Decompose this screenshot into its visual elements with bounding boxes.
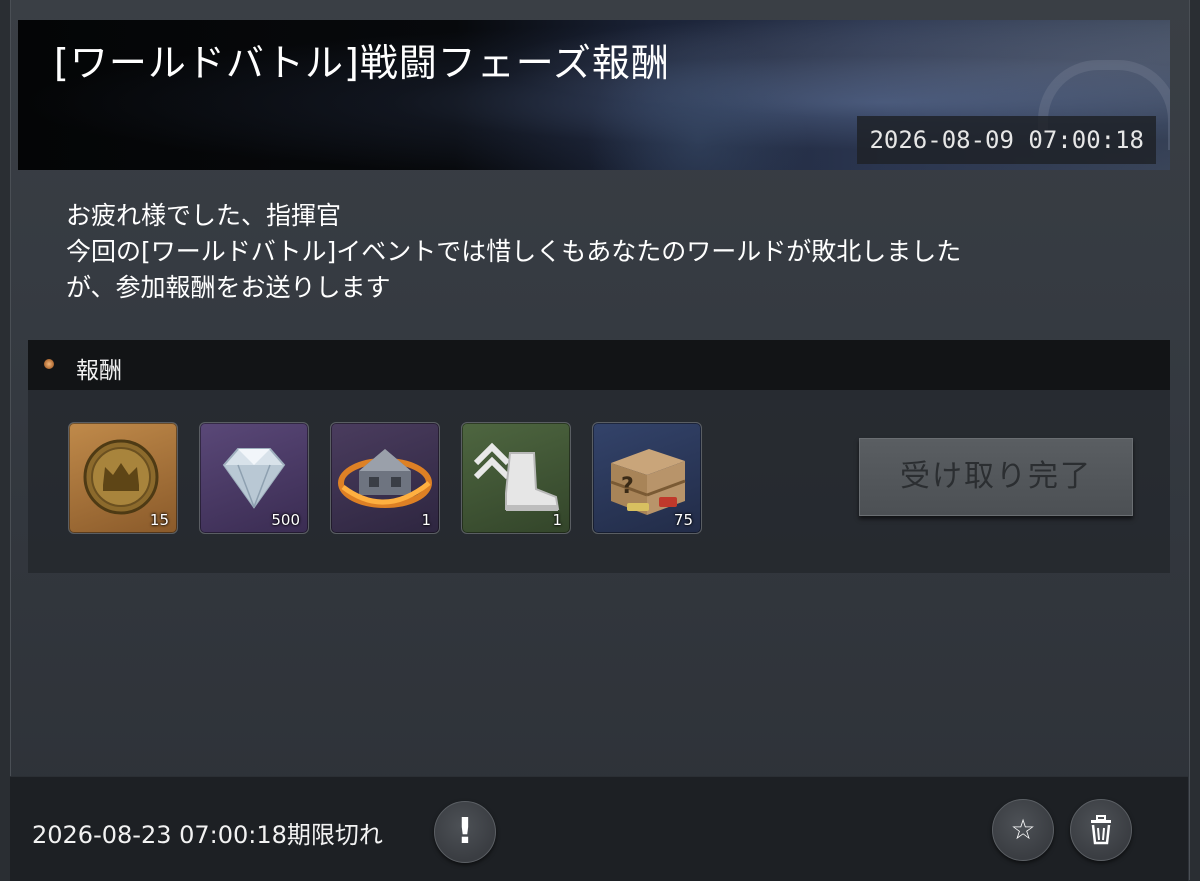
rewards-title: 報酬 <box>76 358 122 384</box>
reward-item-boot[interactable]: 1 <box>461 422 571 534</box>
claim-complete-button[interactable]: 受け取り完了 <box>859 438 1133 516</box>
reward-item-building[interactable]: 1 <box>330 422 440 534</box>
item-count: 75 <box>673 511 693 529</box>
trash-icon <box>1091 815 1111 845</box>
bullet-icon <box>44 359 54 369</box>
star-icon: ☆ <box>1010 813 1036 846</box>
delete-button[interactable] <box>1070 799 1132 861</box>
item-count: 500 <box>271 511 300 529</box>
item-count: 15 <box>149 511 169 529</box>
exclamation-icon: ! <box>456 811 474 852</box>
item-count: 1 <box>552 511 562 529</box>
rewards-header: 報酬 <box>28 340 1170 390</box>
mail-title: [ワールドバトル]戦闘フェーズ報酬 <box>54 41 670 85</box>
mail-sent-date: 2026-08-09 07:00:18 <box>857 116 1156 164</box>
favorite-button[interactable]: ☆ <box>992 799 1054 861</box>
mail-banner: [ワールドバトル]戦闘フェーズ報酬 2026-08-09 07:00:18 <box>18 20 1170 170</box>
expiry-date: 2026-08-23 07:00:18期限切れ <box>32 821 383 849</box>
message-line: 今回の[ワールドバトル]イベントでは惜しくもあなたのワールドが敗北しました <box>66 237 962 266</box>
reward-item-diamond[interactable]: 500 <box>199 422 309 534</box>
mail-message: お疲れ様でした、指揮官 今回の[ワールドバトル]イベントでは惜しくもあなたのワー… <box>66 198 1146 306</box>
reward-item-crown-coin[interactable]: 15 <box>68 422 178 534</box>
message-line: が、参加報酬をお送りします <box>66 273 391 302</box>
rewards-section: 15 500 1 1 ? 75 受け取り完了 <box>28 390 1170 573</box>
item-count: 1 <box>421 511 431 529</box>
warning-button[interactable]: ! <box>434 801 496 863</box>
mail-footer: 2026-08-23 07:00:18期限切れ ! ☆ <box>10 776 1188 881</box>
svg-text:?: ? <box>621 474 634 499</box>
message-line: お疲れ様でした、指揮官 <box>66 201 342 230</box>
reward-item-crate[interactable]: ? 75 <box>592 422 702 534</box>
